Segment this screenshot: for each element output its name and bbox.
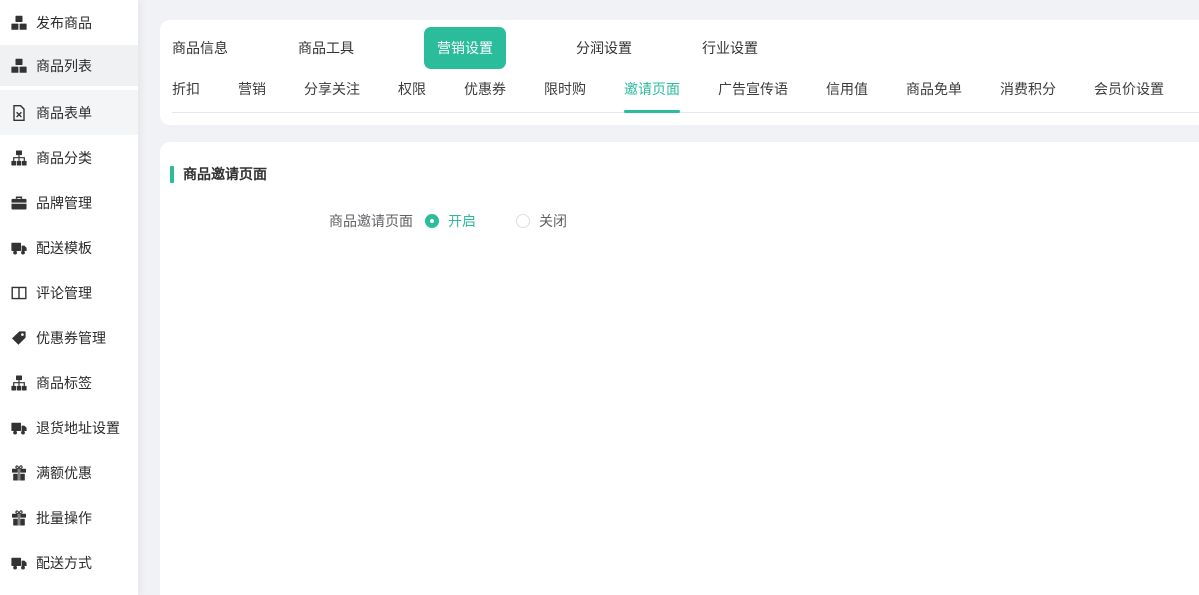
sidebar-item-label: 商品表单: [36, 103, 92, 123]
subtab-consume-points[interactable]: 消费积分: [1000, 70, 1056, 112]
radio-disable-label: 关闭: [539, 211, 567, 231]
sitemap-icon: [10, 149, 27, 166]
settings-tabs-card: 商品信息 商品工具 营销设置 分润设置 行业设置 折扣 营销 分享关注 权限 优…: [160, 20, 1199, 125]
subtab-share-follow[interactable]: 分享关注: [304, 70, 360, 112]
sidebar-item-product-form[interactable]: 商品表单: [0, 90, 138, 135]
sidebar-item-label: 发布商品: [36, 13, 92, 33]
section-title-text: 商品邀请页面: [183, 164, 267, 184]
sidebar-item-label: 满额优惠: [36, 463, 92, 483]
sidebar-item-brand-management[interactable]: 品牌管理: [0, 180, 138, 225]
briefcase-icon: [10, 194, 27, 211]
section-title: 商品邀请页面: [170, 164, 1199, 184]
cubes-icon: [10, 14, 27, 31]
sub-tab-bar: 折扣 营销 分享关注 权限 优惠券 限时购 邀请页面 广告宣传语 信用值 商品免…: [172, 70, 1199, 113]
invite-page-panel: 商品邀请页面 商品邀请页面 开启 关闭: [160, 142, 1199, 595]
sidebar-item-label: 评论管理: [36, 283, 92, 303]
invite-page-form-row: 商品邀请页面 开启 关闭: [170, 211, 1199, 231]
subtab-marketing[interactable]: 营销: [238, 70, 266, 112]
sidebar: 发布商品 商品列表 商品表单 商品分类 品牌管理 配送模板 评论管理 优惠券管: [0, 0, 138, 595]
truck-icon: [10, 554, 27, 571]
invite-page-field-label: 商品邀请页面: [170, 211, 413, 231]
sitemap-icon: [10, 374, 27, 391]
sidebar-item-label: 退货地址设置: [36, 418, 120, 438]
sidebar-item-comment-management[interactable]: 评论管理: [0, 270, 138, 315]
sidebar-item-delivery-method[interactable]: 配送方式: [0, 540, 138, 585]
sidebar-item-label: 商品分类: [36, 148, 92, 168]
section-title-marker: [170, 166, 174, 183]
subtab-credit-value[interactable]: 信用值: [826, 70, 868, 112]
subtab-discount[interactable]: 折扣: [172, 70, 200, 112]
tab-profit-settings[interactable]: 分润设置: [576, 38, 632, 58]
subtab-product-free-order[interactable]: 商品免单: [906, 70, 962, 112]
sidebar-item-product-list[interactable]: 商品列表: [0, 45, 138, 90]
sidebar-item-label: 批量操作: [36, 508, 92, 528]
radio-enable-circle-icon: [425, 214, 439, 228]
gift-icon: [10, 464, 27, 481]
sidebar-item-publish-product[interactable]: 发布商品: [0, 0, 138, 45]
tab-industry-settings[interactable]: 行业设置: [702, 38, 758, 58]
truck-icon: [10, 419, 27, 436]
main-content: 商品信息 商品工具 营销设置 分润设置 行业设置 折扣 营销 分享关注 权限 优…: [138, 0, 1199, 595]
tab-product-info[interactable]: 商品信息: [172, 38, 228, 58]
subtab-invite-page[interactable]: 邀请页面: [624, 70, 680, 112]
columns-icon: [10, 284, 27, 301]
sidebar-item-label: 优惠券管理: [36, 328, 106, 348]
radio-disable[interactable]: 关闭: [516, 211, 567, 231]
sidebar-item-delivery-template[interactable]: 配送模板: [0, 225, 138, 270]
sidebar-item-label: 配送模板: [36, 238, 92, 258]
sidebar-item-product-category[interactable]: 商品分类: [0, 135, 138, 180]
sidebar-item-coupon-management[interactable]: 优惠券管理: [0, 315, 138, 360]
app-window: 发布商品 商品列表 商品表单 商品分类 品牌管理 配送模板 评论管理 优惠券管: [0, 0, 1199, 595]
gift-icon: [10, 509, 27, 526]
cubes-icon: [10, 57, 27, 74]
truck-icon: [10, 239, 27, 256]
sidebar-item-return-address-settings[interactable]: 退货地址设置: [0, 405, 138, 450]
sidebar-item-label: 商品标签: [36, 373, 92, 393]
sidebar-item-label: 品牌管理: [36, 193, 92, 213]
subtab-member-price-settings[interactable]: 会员价设置: [1094, 70, 1164, 112]
tag-icon: [10, 329, 27, 346]
file-excel-icon: [10, 104, 27, 121]
tab-marketing-settings[interactable]: 营销设置: [424, 27, 506, 69]
sidebar-item-label: 商品列表: [36, 56, 92, 76]
subtab-flash-sale[interactable]: 限时购: [544, 70, 586, 112]
subtab-coupon[interactable]: 优惠券: [464, 70, 506, 112]
sidebar-item-product-tags[interactable]: 商品标签: [0, 360, 138, 405]
subtab-ad-slogan[interactable]: 广告宣传语: [718, 70, 788, 112]
radio-disable-circle-icon: [516, 214, 530, 228]
main-tab-bar: 商品信息 商品工具 营销设置 分润设置 行业设置: [172, 28, 1199, 68]
radio-enable[interactable]: 开启: [425, 211, 476, 231]
sidebar-item-full-amount-discount[interactable]: 满额优惠: [0, 450, 138, 495]
sidebar-item-label: 配送方式: [36, 553, 92, 573]
radio-enable-label: 开启: [448, 211, 476, 231]
tab-product-tools[interactable]: 商品工具: [298, 38, 354, 58]
sidebar-item-batch-operations[interactable]: 批量操作: [0, 495, 138, 540]
subtab-permission[interactable]: 权限: [398, 70, 426, 112]
